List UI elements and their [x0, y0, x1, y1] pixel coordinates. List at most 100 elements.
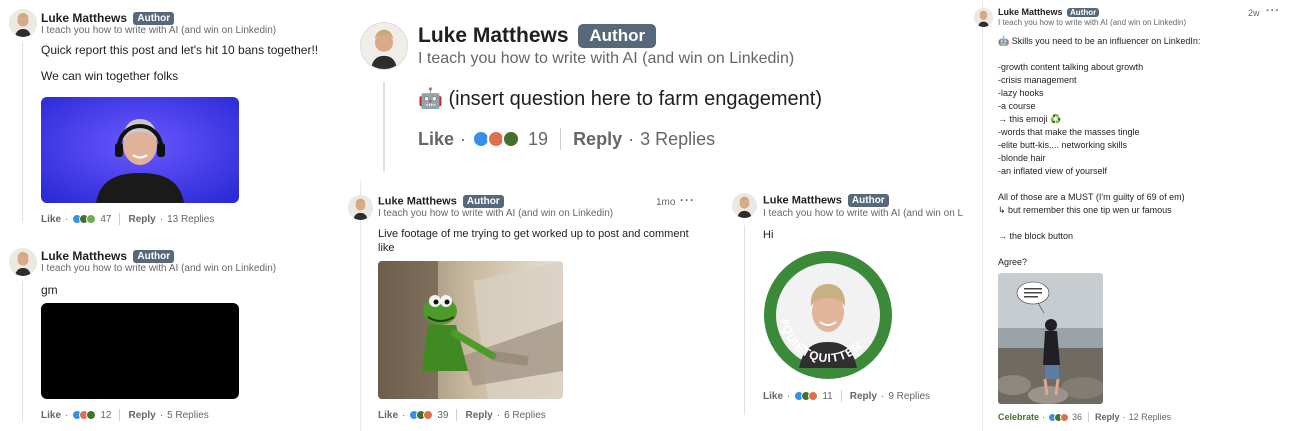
author-tagline: I teach you how to write with AI (and wi… — [378, 208, 614, 219]
author-name[interactable]: Luke Matthews — [378, 195, 457, 207]
comment-line: -an inflated view of yourself — [998, 166, 1108, 176]
comment-text: Hi — [763, 229, 774, 241]
reply-button[interactable]: Reply — [573, 129, 622, 150]
replies-count[interactable]: 5 Replies — [167, 410, 209, 421]
like-button[interactable]: Like — [41, 214, 61, 225]
reply-button[interactable]: Reply — [128, 410, 155, 421]
author-badge: Author — [133, 12, 175, 26]
column-divider — [982, 0, 983, 431]
more-options-icon[interactable]: ··· — [680, 193, 695, 207]
comment-actions: Like · 19 Reply · 3 Replies — [418, 128, 716, 150]
like-button[interactable]: Like — [418, 129, 454, 150]
comment-line — [998, 178, 1258, 191]
comment-line: → this emoji ♻️ — [998, 114, 1062, 124]
comment-line: -growth content talking about growth — [998, 62, 1144, 72]
comment-text: Quick report this post and let's hit 10 … — [41, 43, 319, 83]
comment-text: 🤖 Skills you need to be an influencer on… — [998, 35, 1258, 269]
replies-count[interactable]: 9 Replies — [888, 391, 930, 402]
comment-text: Live footage of me trying to get worked … — [378, 228, 689, 254]
reaction-icons[interactable] — [1048, 412, 1070, 422]
avatar[interactable] — [9, 248, 37, 276]
comment-line: Agree? — [998, 257, 1028, 267]
avatar[interactable] — [9, 9, 37, 37]
like-button[interactable]: Like — [41, 410, 61, 421]
reaction-count[interactable]: 19 — [528, 129, 548, 150]
comment-line: -blonde hair — [998, 153, 1046, 163]
more-options-icon[interactable]: ··· — [1266, 5, 1280, 17]
replies-count[interactable]: 6 Replies — [504, 410, 546, 421]
comment-image[interactable] — [41, 303, 239, 399]
avatar[interactable] — [732, 193, 757, 218]
comment-actions: Like · 12 Reply · 5 Replies — [41, 409, 209, 421]
author-badge: Author — [847, 194, 889, 207]
comment-line: -a course — [998, 101, 1036, 111]
reaction-icons[interactable] — [794, 391, 819, 401]
reply-button[interactable]: Reply — [465, 410, 492, 421]
replies-count[interactable]: 3 Replies — [640, 129, 715, 150]
comment-text: 🤖 (insert question here to farm engageme… — [418, 88, 822, 110]
reply-button[interactable]: Reply — [1095, 412, 1120, 422]
author-badge: Author — [578, 24, 657, 49]
author-tagline: I teach you how to write with AI (and wi… — [763, 208, 963, 219]
comment-actions: Like · 39 Reply · 6 Replies — [378, 409, 546, 421]
avatar[interactable] — [974, 8, 993, 27]
comment-time: 2w — [1248, 8, 1260, 18]
author-tagline: I teach you how to write with AI (and wi… — [41, 263, 277, 274]
author-badge: Author — [133, 250, 175, 264]
reaction-icons[interactable] — [472, 130, 521, 148]
reaction-count[interactable]: 47 — [100, 214, 111, 225]
comment-line: -lazy hooks — [998, 88, 1044, 98]
comment-line: -words that make the masses tingle — [998, 127, 1140, 137]
comment-image[interactable] — [998, 273, 1103, 404]
like-button[interactable]: Like — [763, 391, 783, 402]
man-on-rocky-beach-photo — [998, 273, 1103, 404]
thread-line — [22, 42, 23, 222]
reaction-count[interactable]: 12 — [100, 410, 111, 421]
comment-text: gm — [41, 283, 58, 297]
comment-lines: 🤖 Skills you need to be an influencer on… — [998, 35, 1258, 269]
love-reaction-icon — [423, 410, 434, 420]
author-name[interactable]: Luke Matthews — [763, 194, 842, 206]
author-tagline: I teach you how to write with AI (and wi… — [418, 50, 795, 67]
comment-image[interactable] — [378, 261, 563, 399]
comment-line — [998, 243, 1258, 256]
author-name[interactable]: Luke Matthews — [418, 24, 569, 47]
comment-image[interactable]: #QUIETQUITTER — [763, 250, 893, 380]
author-name[interactable]: Luke Matthews — [998, 7, 1063, 17]
avatar[interactable] — [348, 195, 373, 220]
author-tagline: I teach you how to write with AI (and wi… — [41, 25, 277, 36]
comment-line: All of those are a MUST (I'm guilty of 6… — [998, 192, 1185, 202]
comment-actions: Like · 47 Reply · 13 Replies — [41, 213, 215, 225]
comment-line: → the block button — [998, 231, 1074, 241]
reaction-count[interactable]: 39 — [437, 410, 448, 421]
reaction-count[interactable]: 11 — [822, 391, 832, 402]
author-tagline: I teach you how to write with AI (and wi… — [998, 18, 1187, 27]
author-badge: Author — [1067, 8, 1100, 18]
reaction-icons[interactable] — [409, 410, 434, 420]
love-reaction-icon — [1060, 412, 1070, 422]
comment-actions: Like · 11 Reply · 9 Replies — [763, 390, 931, 402]
comment-actions: Celebrate · 36 Reply · 12 Replies — [998, 412, 1172, 422]
like-button[interactable]: Like — [378, 410, 398, 421]
reaction-count[interactable]: 36 — [1072, 412, 1082, 422]
reply-button[interactable]: Reply — [850, 391, 877, 402]
reaction-icons[interactable] — [72, 214, 97, 224]
reaction-icons[interactable] — [72, 410, 97, 420]
author-badge: Author — [462, 195, 504, 208]
quietquitter-profile-photo: #QUIETQUITTER — [764, 251, 892, 379]
thread-line — [744, 225, 745, 415]
comment-line: -crisis management — [998, 75, 1077, 85]
replies-count[interactable]: 13 Replies — [167, 214, 214, 225]
celebrate-reaction-icon — [86, 410, 97, 420]
comment-image[interactable] — [41, 97, 239, 203]
comment-line — [998, 48, 1258, 61]
author-name[interactable]: Luke Matthews — [41, 11, 127, 25]
celebrate-button[interactable]: Celebrate — [998, 412, 1039, 422]
replies-count[interactable]: 12 Replies — [1129, 412, 1172, 422]
thread-line — [22, 281, 23, 421]
man-with-headphones-photo — [41, 97, 239, 203]
author-name[interactable]: Luke Matthews — [41, 249, 127, 263]
comment-time: 1mo — [656, 197, 676, 208]
reply-button[interactable]: Reply — [128, 214, 155, 225]
avatar[interactable] — [360, 22, 408, 70]
